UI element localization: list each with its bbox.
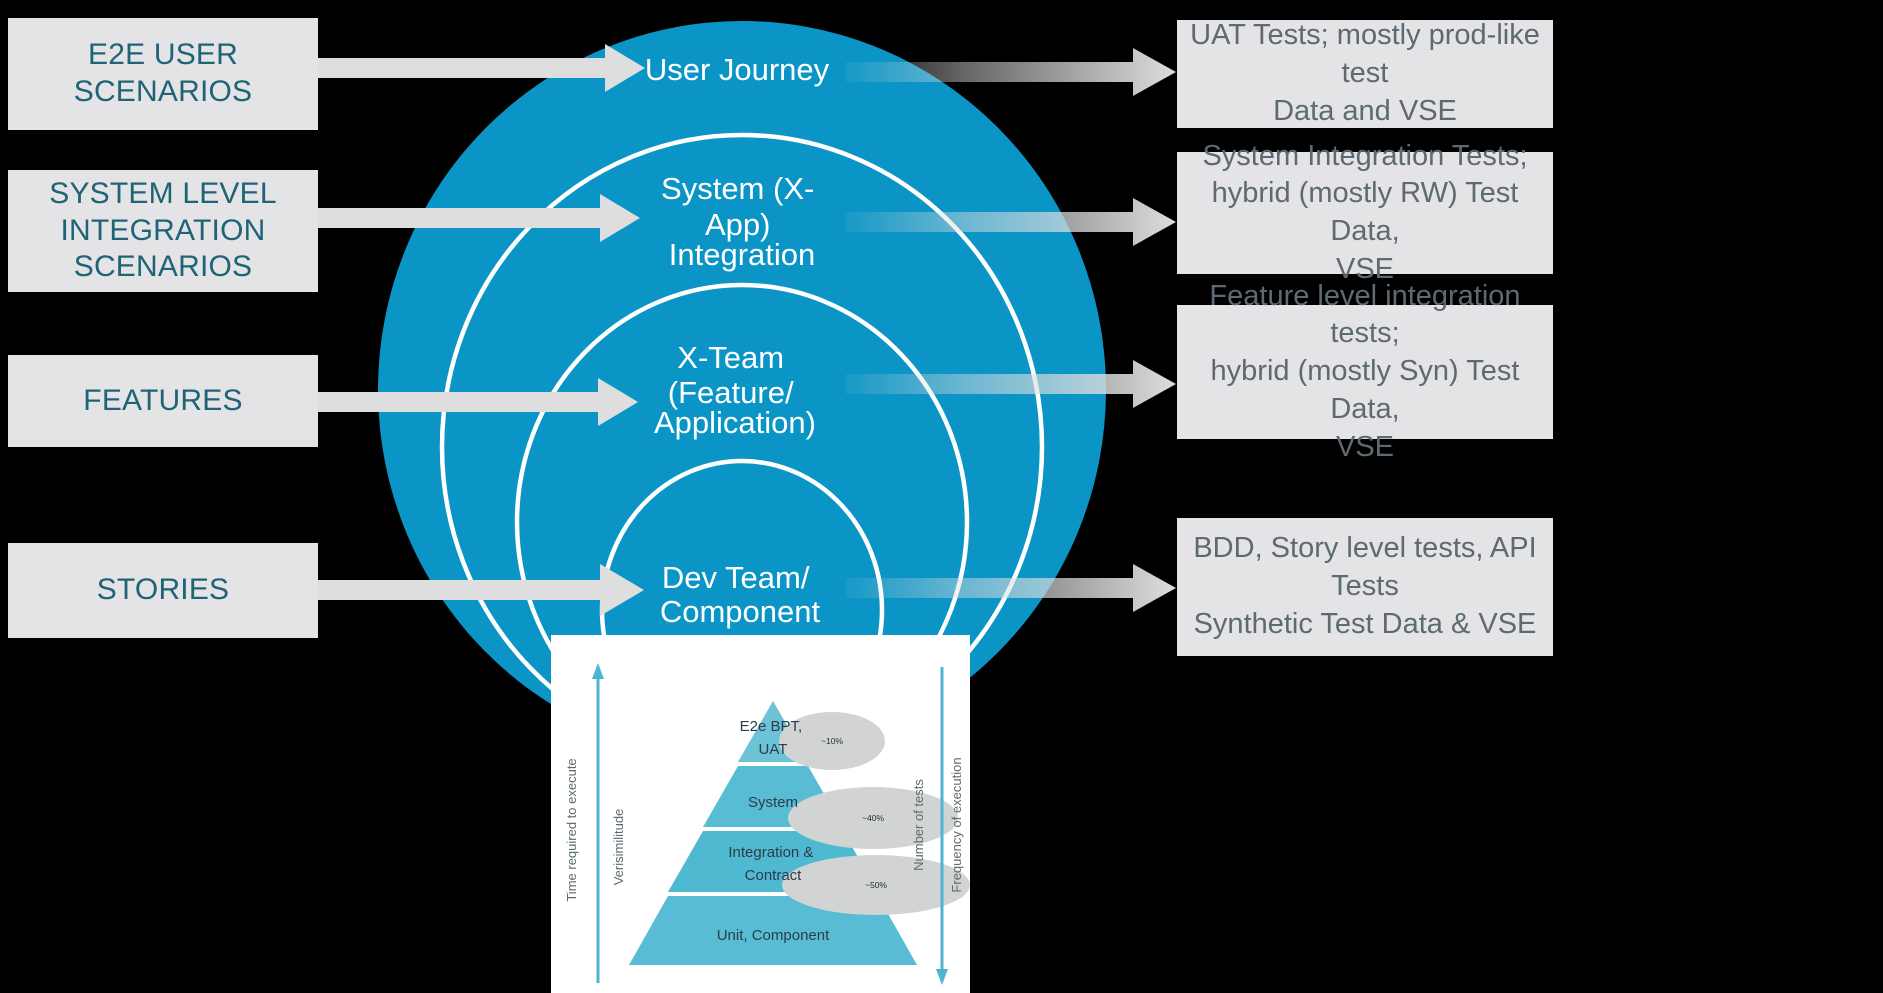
left-box-label: SYSTEM LEVEL INTEGRATION SCENARIOS [49, 177, 277, 284]
left-box-label: FEATURES [83, 383, 243, 417]
pyramid-left-axis-label-time: Time required to execute [564, 758, 579, 901]
ring-label-x-team: X-Team (Feature/ Application) [654, 340, 816, 440]
left-box-label: STORIES [96, 573, 230, 607]
pyramid-tier-label-system: System [748, 794, 798, 811]
ring-label-dev-team: Dev Team/ Component [660, 560, 821, 629]
pyramid-percent-unit: ~50% [865, 880, 887, 890]
right-box-feature-level-integration-tests[interactable]: Feature level integration tests; hybrid … [1177, 280, 1553, 463]
pyramid-percent-e2e: ~10% [821, 736, 843, 746]
pyramid-right-axis-label-frequency: Frequency of execution [949, 757, 964, 892]
left-box-system-level-integration-scenarios[interactable]: SYSTEM LEVEL INTEGRATION SCENARIOS [8, 170, 318, 292]
right-box-label: System Integration Tests; hybrid (mostly… [1202, 139, 1528, 285]
left-box-label: E2E USER SCENARIOS [73, 38, 253, 108]
pyramid-left-axis-label-verisimilitude: Verisimilitude [611, 809, 626, 886]
right-box-label: UAT Tests; mostly prod-like test Data an… [1190, 19, 1540, 127]
ring-label-user-journey: User Journey [645, 52, 830, 87]
right-box-bdd-story-level-tests[interactable]: BDD, Story level tests, API Tests Synthe… [1177, 518, 1553, 656]
pyramid-tier-label-unit: Unit, Component [717, 927, 830, 944]
left-box-stories[interactable]: STORIES [8, 543, 318, 638]
right-box-uat-tests[interactable]: UAT Tests; mostly prod-like test Data an… [1177, 19, 1553, 128]
test-pyramid-chart: E2e BPT, UAT System Integration & Contra… [564, 663, 970, 985]
right-box-system-integration-tests[interactable]: System Integration Tests; hybrid (mostly… [1177, 140, 1553, 285]
right-box-label: Feature level integration tests; hybrid … [1209, 279, 1521, 463]
pyramid-left-axis-arrow [592, 663, 604, 983]
left-box-e2e-user-scenarios[interactable]: E2E USER SCENARIOS [8, 18, 318, 130]
test-pyramid-inset: E2e BPT, UAT System Integration & Contra… [551, 635, 970, 993]
testing-strategy-diagram: User Journey System (X- App) Integration… [0, 0, 1883, 993]
pyramid-right-axis-label-number-of-tests: Number of tests [911, 779, 926, 871]
pyramid-percent-mid: ~40% [862, 813, 884, 823]
left-box-features[interactable]: FEATURES [8, 355, 318, 447]
right-box-label: BDD, Story level tests, API Tests Synthe… [1193, 532, 1537, 640]
